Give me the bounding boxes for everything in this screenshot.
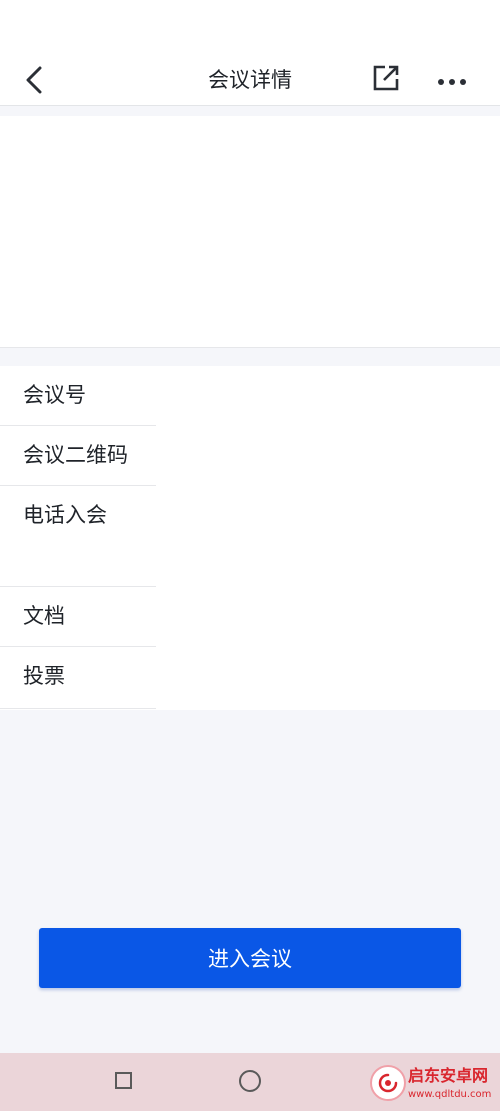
menu-item-documents[interactable]: 文档 bbox=[0, 587, 156, 647]
menu-item-label: 文档 bbox=[23, 604, 65, 628]
watermark: 启东安卓网 www.qdltdu.com bbox=[366, 1060, 500, 1111]
menu-item-vote[interactable]: 投票 bbox=[0, 647, 156, 709]
back-button[interactable] bbox=[18, 60, 50, 100]
menu-item-meeting-number[interactable]: 会议号 bbox=[0, 366, 156, 426]
meeting-info-panel bbox=[0, 116, 500, 348]
share-button[interactable] bbox=[369, 63, 403, 97]
menu-item-label: 投票 bbox=[23, 664, 65, 688]
more-horizontal-icon bbox=[437, 71, 467, 90]
watermark-logo-icon bbox=[370, 1065, 406, 1101]
chevron-left-icon bbox=[25, 66, 43, 94]
square-icon[interactable] bbox=[115, 1072, 132, 1089]
watermark-url: www.qdltdu.com bbox=[408, 1089, 492, 1100]
circle-icon[interactable] bbox=[239, 1070, 261, 1092]
top-bar: 会议详情 bbox=[0, 0, 500, 106]
menu-item-label: 会议号 bbox=[23, 383, 86, 407]
watermark-name: 启东安卓网 bbox=[408, 1066, 489, 1085]
enter-meeting-button[interactable]: 进入会议 bbox=[39, 928, 461, 988]
menu-item-label: 会议二维码 bbox=[23, 443, 128, 467]
meeting-menu-list: 会议号 会议二维码 电话入会 文档 投票 bbox=[0, 366, 500, 710]
page-title: 会议详情 bbox=[208, 68, 292, 92]
menu-item-phone-join[interactable]: 电话入会 bbox=[0, 486, 156, 587]
menu-item-meeting-qrcode[interactable]: 会议二维码 bbox=[0, 426, 156, 486]
more-button[interactable] bbox=[432, 63, 472, 97]
menu-item-label: 电话入会 bbox=[23, 503, 107, 527]
share-external-icon bbox=[372, 64, 400, 96]
